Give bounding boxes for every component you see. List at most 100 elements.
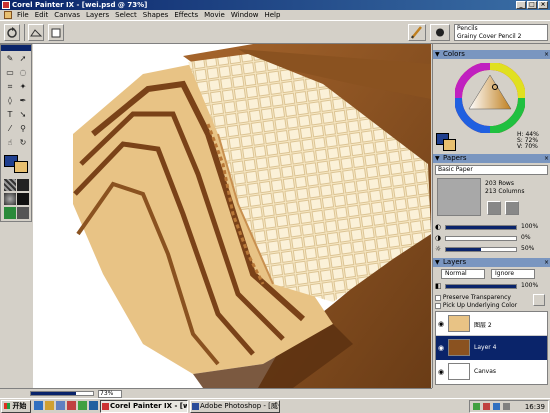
- folder-icon[interactable]: [45, 401, 54, 410]
- menu-help[interactable]: Help: [261, 10, 283, 20]
- paper-preview: [437, 178, 481, 216]
- collapse-arrow-icon[interactable]: ▼: [435, 154, 440, 163]
- reset-tool-button[interactable]: [4, 24, 20, 41]
- gradient-selector-icon[interactable]: [17, 179, 29, 191]
- layer-commands-button[interactable]: [533, 294, 545, 306]
- app-icon[interactable]: [67, 401, 76, 410]
- shape-select-tool-icon[interactable]: ➘: [17, 109, 29, 121]
- eye-icon[interactable]: ◉: [438, 368, 444, 376]
- eye-icon[interactable]: ◉: [438, 344, 444, 352]
- taskbar: 开始 Corel Painter IX - [wei... Adobe Phot…: [0, 398, 550, 413]
- desktop-icon[interactable]: [56, 401, 65, 410]
- brush-selector[interactable]: Pencils Grainy Cover Pencil 2: [454, 24, 548, 41]
- collapse-arrow-icon[interactable]: ▼: [435, 50, 440, 59]
- tray-icon[interactable]: [473, 403, 480, 410]
- paper-scale-slider[interactable]: [445, 225, 517, 230]
- paper-selector-icon[interactable]: [4, 179, 16, 191]
- layer-row-selected[interactable]: ◉ Layer 4: [436, 336, 547, 360]
- menu-canvas[interactable]: Canvas: [51, 10, 83, 20]
- weaves-selector-icon[interactable]: [17, 193, 29, 205]
- paper-scale-value: 100%: [521, 223, 539, 230]
- close-button[interactable]: ×: [538, 1, 548, 9]
- layers-panel-header[interactable]: ▼ Layers ×: [433, 258, 550, 267]
- papers-panel-header[interactable]: ▼ Papers ×: [433, 154, 550, 163]
- rotate-page-tool-icon[interactable]: ↻: [17, 137, 29, 149]
- layer-row[interactable]: ◉ 图层 2: [436, 312, 547, 336]
- close-panel-icon[interactable]: ×: [544, 50, 549, 59]
- taskbar-item-photoshop[interactable]: Adobe Photoshop - [威化...: [190, 400, 280, 413]
- preserve-transparency-checkbox[interactable]: [435, 294, 441, 301]
- additional-color-swatch[interactable]: [14, 161, 28, 173]
- dropper-tool-icon[interactable]: ⁄: [4, 123, 16, 135]
- layer-opacity-slider[interactable]: [445, 284, 517, 289]
- tray-icon[interactable]: [493, 403, 500, 410]
- menu-file[interactable]: File: [14, 10, 32, 20]
- crop-tool-icon[interactable]: ⌗: [4, 81, 16, 93]
- brush-variant-button[interactable]: [430, 24, 450, 41]
- zoom-slider[interactable]: [30, 391, 94, 396]
- value-value: V: 70%: [517, 143, 538, 150]
- paint-bucket-tool-icon[interactable]: ◊: [4, 95, 16, 107]
- grabber-tool-icon[interactable]: ☝: [4, 137, 16, 149]
- tray-icon[interactable]: [483, 403, 490, 410]
- start-button[interactable]: 开始: [1, 400, 31, 413]
- paper-contrast-value: 0%: [521, 234, 531, 241]
- colors-panel-title: Colors: [443, 50, 465, 58]
- papers-panel-title: Papers: [443, 154, 467, 162]
- app-icon[interactable]: [78, 401, 87, 410]
- rectangle-select-tool-icon[interactable]: ▭: [4, 67, 16, 79]
- composite-depth-select[interactable]: Ignore: [491, 269, 535, 279]
- menu-window[interactable]: Window: [228, 10, 262, 20]
- composite-method-select[interactable]: Normal: [441, 269, 485, 279]
- look-selector-icon[interactable]: [4, 207, 16, 219]
- layer-row[interactable]: ◉ Canvas: [436, 360, 547, 384]
- photoshop-task-icon: [192, 403, 199, 410]
- nozzle-selector-icon[interactable]: [17, 207, 29, 219]
- brush-shape-button[interactable]: [28, 24, 44, 41]
- menu-layers[interactable]: Layers: [83, 10, 112, 20]
- brush-tool-icon[interactable]: ✎: [4, 53, 16, 65]
- color-wheel[interactable]: [455, 63, 525, 133]
- text-tool-icon[interactable]: T: [4, 109, 16, 121]
- capture-paper-button[interactable]: [487, 201, 501, 215]
- menu-shapes[interactable]: Shapes: [140, 10, 172, 20]
- paper-selector[interactable]: Basic Paper: [435, 165, 548, 175]
- taskbar-item-painter[interactable]: Corel Painter IX - [wei...: [100, 400, 188, 413]
- lasso-tool-icon[interactable]: ◌: [17, 67, 29, 79]
- menu-edit[interactable]: Edit: [32, 10, 52, 20]
- document-canvas[interactable]: [33, 44, 431, 388]
- pen-tool-icon[interactable]: ✒: [17, 95, 29, 107]
- preserve-transparency-row[interactable]: Preserve Transparency: [435, 294, 511, 302]
- toolbox-title-bar[interactable]: [1, 45, 31, 51]
- document-icon[interactable]: [4, 11, 12, 19]
- eye-icon[interactable]: ◉: [438, 320, 444, 328]
- paper-contrast-slider[interactable]: [445, 236, 517, 241]
- painter-task-icon: [102, 403, 109, 410]
- task-label: Adobe Photoshop - [威化...: [200, 402, 279, 410]
- maximize-button[interactable]: □: [527, 1, 537, 9]
- colors-panel-header[interactable]: ▼ Colors ×: [433, 50, 550, 59]
- invert-paper-button[interactable]: [505, 201, 519, 215]
- colors-secondary-swatch[interactable]: [443, 139, 456, 151]
- close-panel-icon[interactable]: ×: [544, 258, 549, 267]
- magic-wand-tool-icon[interactable]: ✦: [17, 81, 29, 93]
- paper-size-info: 203 Rows 213 Columns: [485, 180, 524, 196]
- collapse-arrow-icon[interactable]: ▼: [435, 258, 440, 267]
- close-panel-icon[interactable]: ×: [544, 154, 549, 163]
- menu-effects[interactable]: Effects: [171, 10, 201, 20]
- pick-up-color-row[interactable]: Pick Up Underlying Color: [435, 302, 517, 310]
- layer-adjuster-tool-icon[interactable]: ➚: [17, 53, 29, 65]
- cloner-tool-icon[interactable]: ⚲: [17, 123, 29, 135]
- menu-movie[interactable]: Movie: [201, 10, 228, 20]
- brush-category-button[interactable]: [408, 24, 426, 41]
- pick-up-color-checkbox[interactable]: [435, 302, 441, 309]
- ie-icon[interactable]: [34, 401, 43, 410]
- menu-select[interactable]: Select: [112, 10, 140, 20]
- app-icon[interactable]: [89, 401, 98, 410]
- pattern-selector-icon[interactable]: [4, 193, 16, 205]
- freehand-button[interactable]: [48, 24, 64, 41]
- minimize-button[interactable]: _: [516, 1, 526, 9]
- zoom-field[interactable]: 73%: [98, 390, 122, 398]
- volume-icon[interactable]: [503, 403, 510, 410]
- paper-brightness-slider[interactable]: [445, 247, 517, 252]
